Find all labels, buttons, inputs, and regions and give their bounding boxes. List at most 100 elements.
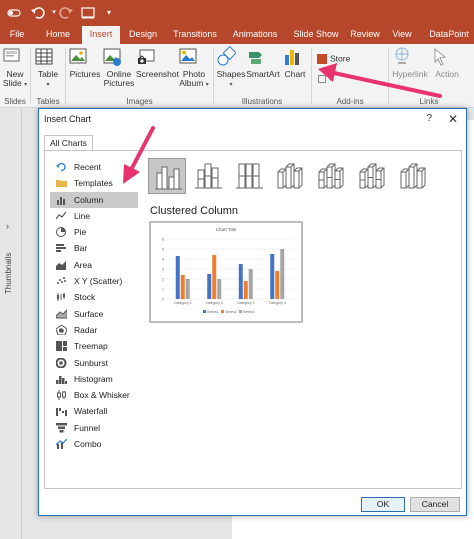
online-pictures-icon (102, 46, 136, 68)
subtype-3d-column[interactable] (394, 158, 432, 194)
chart-type-treemap[interactable]: Treemap (50, 338, 138, 354)
table-button[interactable]: Table ▾ (34, 46, 62, 90)
ok-button[interactable]: OK (361, 497, 405, 512)
action-button[interactable]: Action (430, 46, 464, 79)
screenshot-icon (136, 46, 176, 68)
preview-legend-swatch (203, 310, 206, 313)
subtype-3d-clustered-column[interactable] (271, 158, 309, 194)
3d-stacked-column-icon (318, 163, 344, 189)
slideshow-start-icon[interactable] (80, 5, 96, 21)
chart-type-label: Sunburst (74, 357, 109, 368)
chart-type-label: Waterfall (74, 406, 108, 417)
tab-file[interactable]: File (6, 26, 28, 44)
screenshot-button[interactable]: Screenshot (136, 46, 179, 79)
expand-thumbnails-icon[interactable]: › (6, 221, 9, 231)
dialog-title-bar: Insert Chart ? ✕ (39, 109, 466, 129)
subtype-stacked-column[interactable] (189, 158, 227, 194)
chart-type-combo[interactable]: Combo (50, 436, 138, 452)
tab-review[interactable]: Review (350, 26, 380, 44)
close-button[interactable]: ✕ (448, 112, 458, 126)
preview-bar (248, 269, 253, 299)
chart-type-label: X Y (Scatter) (74, 276, 123, 287)
clustered-column-icon (155, 166, 182, 190)
preview-bar (207, 274, 212, 299)
tab-view[interactable]: View (390, 26, 414, 44)
chart-subtype-title: Clustered Column (150, 205, 239, 217)
tab-slide-show[interactable]: Slide Show (291, 26, 341, 44)
my-addins-icon (318, 74, 326, 83)
thumbnails-label: Thumbnails (4, 252, 13, 294)
preview-bar (275, 271, 280, 299)
chart-type-label: Line (74, 210, 91, 221)
chart-preview[interactable]: Chart Title 0 1 2 3 4 5 6 Category 1 Category 2 Ca… (149, 221, 303, 323)
tab-datapoint[interactable]: DataPoint (425, 26, 473, 44)
autosave-icon[interactable] (6, 5, 22, 21)
my-addins-button[interactable]: ▾ (318, 74, 388, 85)
subtype-3d-100-stacked-column[interactable] (353, 158, 391, 194)
stacked-column-icon (195, 163, 222, 189)
pictures-icon (68, 46, 102, 68)
chart-type-radar[interactable]: Radar (50, 322, 138, 338)
tab-design[interactable]: Design (126, 26, 160, 44)
action-label: Action (435, 69, 459, 79)
subtype-clustered-column[interactable] (148, 158, 186, 194)
tab-animations[interactable]: Animations (229, 26, 281, 44)
hyperlink-button[interactable]: Hyperlink (392, 46, 428, 79)
chart-type-pie[interactable]: Pie (50, 224, 138, 240)
tab-insert[interactable]: Insert (82, 26, 120, 44)
preview-chart-title: Chart Title (216, 227, 237, 232)
redo-icon[interactable] (58, 5, 74, 21)
box-whisker-chart-icon (56, 390, 67, 401)
photo-album-button[interactable]: Photo Album ▾ (178, 46, 210, 90)
customize-qat-icon[interactable]: ▾ (101, 5, 117, 21)
chart-button[interactable]: Chart (282, 46, 308, 79)
group-label-slides: Slides (4, 97, 26, 106)
dialog-body: Recent Templates Column Line Pie Bar Area X Y (… (44, 150, 462, 489)
3d-clustered-column-icon (277, 163, 303, 189)
tab-transitions[interactable]: Transitions (170, 26, 220, 44)
store-button[interactable]: Store (317, 54, 357, 64)
online-pictures-button[interactable]: Online Pictures (102, 46, 136, 88)
smartart-button[interactable]: SmartArt (246, 46, 280, 79)
treemap-chart-icon (56, 341, 67, 352)
thumbnail-pane: › Thumbnails (0, 108, 22, 539)
chart-label: Chart (284, 69, 306, 79)
title-bar: ▾ ▾ (0, 0, 474, 26)
tab-all-charts[interactable]: All Charts (44, 135, 93, 151)
chart-type-surface[interactable]: Surface (50, 306, 138, 322)
preview-bar (238, 264, 243, 299)
undo-icon[interactable] (30, 5, 46, 21)
chart-type-recent[interactable]: Recent (50, 159, 138, 175)
chart-type-area[interactable]: Area (50, 257, 138, 273)
subtype-3d-stacked-column[interactable] (312, 158, 350, 194)
preview-bar (243, 281, 248, 299)
group-separator (311, 48, 312, 104)
chart-type-stock[interactable]: Stock (50, 289, 138, 305)
pictures-button[interactable]: Pictures (68, 46, 102, 79)
chart-type-funnel[interactable]: Funnel (50, 420, 138, 436)
table-caret-icon: ▾ (46, 82, 50, 88)
chart-type-box-whisker[interactable]: Box & Whisker (50, 387, 138, 403)
subtype-100-stacked-column[interactable] (230, 158, 268, 194)
chart-type-column[interactable]: Column (50, 191, 138, 208)
preview-legend-label: Series3 (243, 310, 255, 314)
table-icon (34, 46, 62, 68)
photo-album-caret-icon: ▾ (205, 82, 209, 88)
chart-type-histogram[interactable]: Histogram (50, 371, 138, 387)
chart-type-templates[interactable]: Templates (50, 175, 138, 191)
chart-type-line[interactable]: Line (50, 208, 138, 224)
chart-type-sunburst[interactable]: Sunburst (50, 355, 138, 371)
chart-type-bar[interactable]: Bar (50, 240, 138, 256)
sunburst-chart-icon (56, 357, 67, 368)
surface-chart-icon (56, 308, 67, 319)
new-slide-button[interactable]: New Slide ▾ (2, 46, 28, 90)
shapes-button[interactable]: Shapes ▾ (216, 46, 246, 90)
preview-x-tick-label: Category 4 (268, 301, 286, 305)
tab-home[interactable]: Home (44, 26, 72, 44)
help-button[interactable]: ? (426, 113, 432, 124)
cancel-button[interactable]: Cancel (410, 497, 460, 512)
preview-bar (185, 279, 190, 299)
chart-type-x-y-scatter[interactable]: X Y (Scatter) (50, 273, 138, 289)
chart-icon (282, 46, 308, 68)
chart-type-waterfall[interactable]: Waterfall (50, 403, 138, 419)
